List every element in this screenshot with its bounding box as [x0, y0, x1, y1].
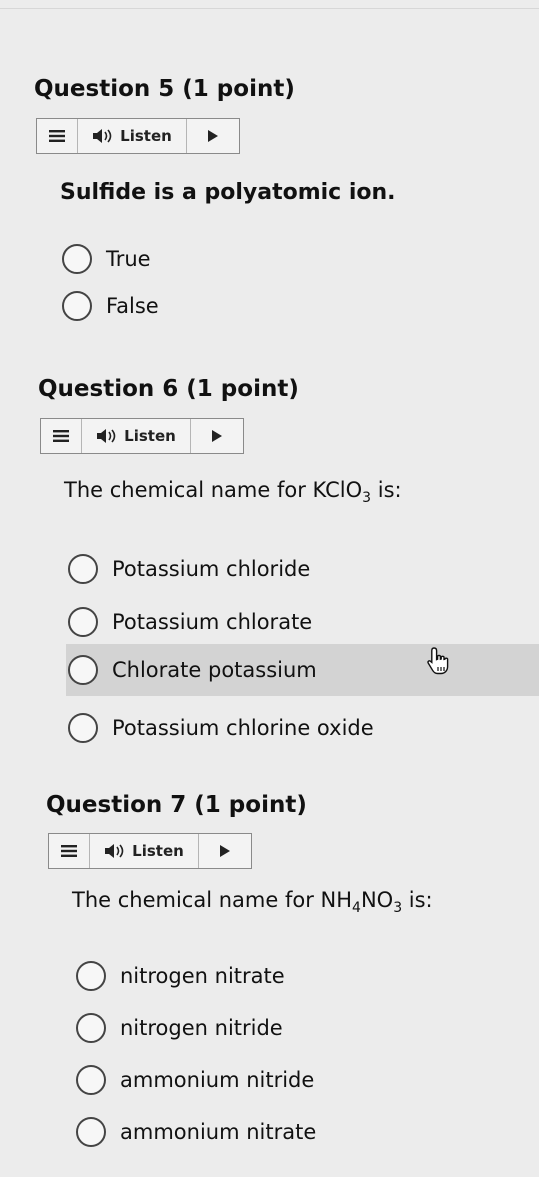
prompt-text: is:	[371, 478, 402, 502]
answer-option[interactable]: nitrogen nitride	[76, 1005, 283, 1051]
answer-option[interactable]: False	[62, 283, 159, 329]
speaker-icon	[93, 129, 112, 143]
prompt-text: The chemical name for	[64, 478, 313, 502]
question-prompt: Sulfide is a polyatomic ion.	[60, 180, 396, 205]
option-label: nitrogen nitrate	[120, 964, 285, 988]
question-title: Question 6 (1 point)	[38, 376, 299, 402]
radio-button[interactable]	[76, 1065, 106, 1095]
speaker-icon	[97, 429, 116, 443]
option-label: nitrogen nitride	[120, 1016, 283, 1040]
radio-button[interactable]	[62, 291, 92, 321]
answer-option[interactable]: ammonium nitrate	[76, 1109, 316, 1155]
menu-button[interactable]	[49, 834, 90, 868]
radio-button[interactable]	[68, 713, 98, 743]
page-divider	[0, 8, 539, 9]
answer-option[interactable]: Potassium chlorine oxide	[68, 705, 374, 751]
listen-label: Listen	[124, 427, 176, 445]
play-icon	[212, 430, 222, 442]
hamburger-menu-icon	[53, 430, 69, 442]
answer-option[interactable]: Potassium chloride	[68, 546, 310, 592]
answer-option[interactable]: Potassium chlorate	[68, 599, 312, 645]
question-title: Question 7 (1 point)	[46, 792, 307, 818]
chemical-formula: KClO3	[312, 478, 372, 507]
play-icon	[220, 845, 230, 857]
listen-label: Listen	[132, 842, 184, 860]
listen-toolbar: Listen	[36, 118, 240, 154]
answer-option[interactable]: True	[62, 236, 151, 282]
hamburger-menu-icon	[61, 845, 77, 857]
option-label: ammonium nitride	[120, 1068, 315, 1092]
answer-option[interactable]: nitrogen nitrate	[76, 953, 285, 999]
option-label: Chlorate potassium	[112, 658, 317, 682]
option-label: ammonium nitrate	[120, 1120, 317, 1144]
play-button[interactable]	[199, 834, 251, 868]
hand-pointer-icon	[427, 647, 449, 675]
radio-button[interactable]	[68, 554, 98, 584]
radio-button[interactable]	[76, 1117, 106, 1147]
answer-option[interactable]: ammonium nitride	[76, 1057, 314, 1103]
menu-button[interactable]	[41, 419, 82, 453]
answer-option-hovered[interactable]: Chlorate potassium	[66, 644, 539, 696]
radio-button[interactable]	[68, 655, 98, 685]
chemical-formula: NH4NO3	[320, 888, 403, 917]
listen-button[interactable]: Listen	[78, 119, 187, 153]
option-label: True	[106, 247, 151, 271]
question-prompt: The chemical name for NH4NO3 is:	[72, 888, 433, 916]
prompt-text: The chemical name for	[72, 888, 321, 912]
listen-button[interactable]: Listen	[90, 834, 199, 868]
option-label: Potassium chloride	[112, 557, 311, 581]
radio-button[interactable]	[76, 1013, 106, 1043]
listen-label: Listen	[120, 127, 172, 145]
option-label: False	[106, 294, 159, 318]
play-icon	[208, 130, 218, 142]
radio-button[interactable]	[62, 244, 92, 274]
menu-button[interactable]	[37, 119, 78, 153]
radio-button[interactable]	[76, 961, 106, 991]
listen-toolbar: Listen	[40, 418, 244, 454]
hamburger-menu-icon	[49, 130, 65, 142]
question-prompt: The chemical name for KClO3 is:	[64, 478, 402, 506]
option-label: Potassium chlorine oxide	[112, 716, 374, 740]
prompt-text: is:	[402, 888, 433, 912]
radio-button[interactable]	[68, 607, 98, 637]
listen-toolbar: Listen	[48, 833, 252, 869]
speaker-icon	[105, 844, 124, 858]
option-label: Potassium chlorate	[112, 610, 313, 634]
play-button[interactable]	[187, 119, 239, 153]
play-button[interactable]	[191, 419, 243, 453]
listen-button[interactable]: Listen	[82, 419, 191, 453]
question-title: Question 5 (1 point)	[34, 76, 295, 102]
